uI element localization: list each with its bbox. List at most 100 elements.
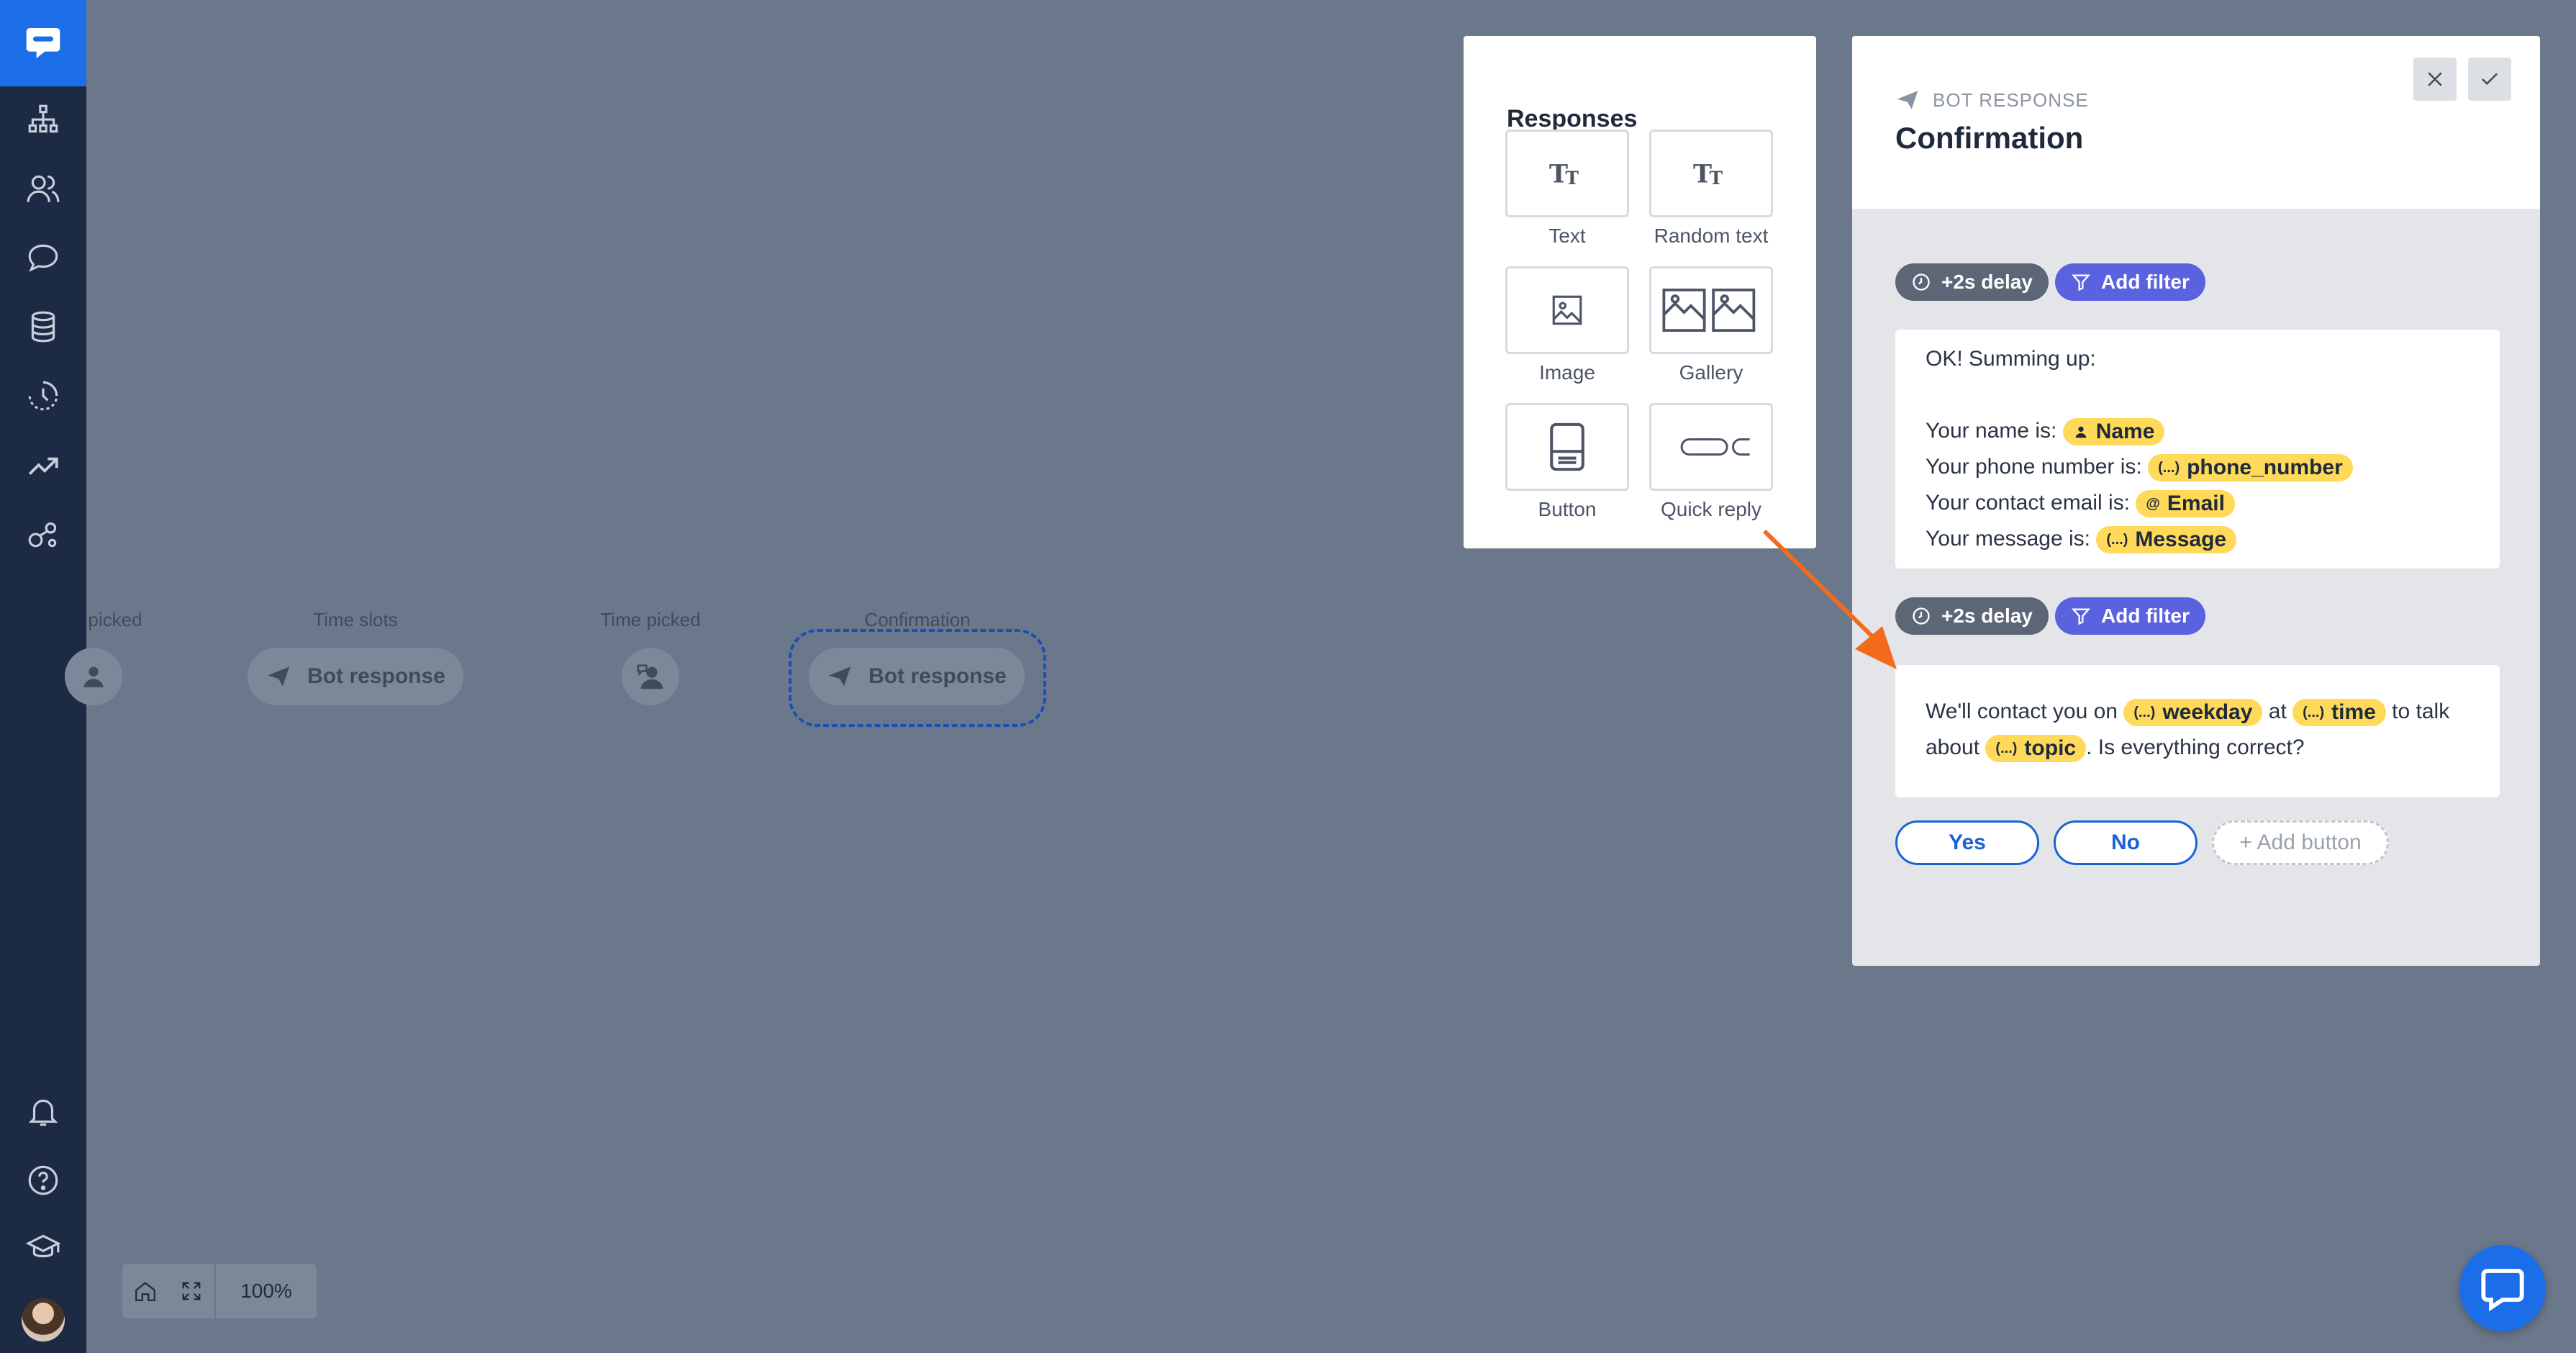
text-part: at [2268,700,2287,723]
reports-icon[interactable] [22,443,65,487]
gallery-icon [1649,266,1773,354]
user-avatar[interactable] [22,1298,65,1341]
line-text: Your contact email is: [1926,491,2131,515]
quick-reply-no-button[interactable]: No [2054,820,2198,865]
line-text: Your message is: [1926,527,2091,551]
text-icon: TT [1505,130,1629,217]
variable-name: Name [2095,420,2155,444]
editor-header: BOT RESPONSE Confirmation [1852,36,2540,209]
chats-icon[interactable] [22,236,65,279]
variable-chip[interactable]: (...) Message [2096,526,2237,554]
response-type-image[interactable]: Image [1505,266,1629,384]
expand-icon [182,1282,201,1300]
variable-braces-icon: (...) [1995,741,2018,757]
response-type-text[interactable]: TT Text [1505,130,1629,248]
summary-line: Your phone number is: (...) phone_number [1926,449,2470,485]
response-label: Quick reply [1660,498,1762,520]
database-icon[interactable] [22,305,65,348]
summary-line: Your contact email is: @ Email [1926,485,2470,521]
summary-line: Your message is: (...) Message [1926,521,2470,557]
svg-text:T: T [1710,168,1723,189]
at-sign-icon: @ [2146,496,2160,512]
zoom-controls: 100% [122,1264,317,1318]
variable-chip[interactable]: (...) phone_number [2148,454,2353,482]
home-button[interactable] [122,1264,168,1318]
add-filter-button[interactable]: Add filter [2055,263,2205,301]
svg-text:T: T [1566,168,1579,189]
bot-response-node-time-slots[interactable]: Bot response [248,648,463,705]
bot-response-node-confirmation[interactable]: Bot response [809,648,1025,705]
stories-tree-icon[interactable] [22,98,65,141]
responses-panel: Responses TT Text TT Random text Image G… [1464,36,1816,548]
home-icon [135,1282,155,1301]
chat-widget-button[interactable] [2459,1245,2546,1331]
confirm-button[interactable] [2468,58,2511,101]
button-icon [1505,403,1629,491]
response-type-quick-reply[interactable]: Quick reply [1649,403,1773,521]
editor-kind: BOT RESPONSE [1895,88,2089,112]
image-icon [1505,266,1629,354]
response-label: Gallery [1679,361,1743,384]
response-type-gallery[interactable]: Gallery [1649,266,1773,384]
node-pill-label: Bot response [869,664,1007,688]
user-input-node-time-picked[interactable] [622,648,679,705]
filter-label: Add filter [2101,271,2190,293]
editor-kind-label: BOT RESPONSE [1933,89,2089,111]
close-button[interactable] [2413,58,2457,101]
message-intro: OK! Summing up: [1926,347,2096,371]
node-label-confirmation: Confirmation [864,609,971,630]
line-text: Your name is: [1926,419,2057,443]
quick-reply-icon [1649,403,1773,491]
integrations-icon[interactable] [22,512,65,556]
clock-icon [1913,607,1930,625]
message-card-confirmation[interactable]: We'll contact you on (...) weekday at (..… [1895,665,2500,797]
variable-chip[interactable]: (...) weekday [2123,699,2263,727]
variable-name: Email [2167,492,2225,516]
academy-icon[interactable] [22,1226,65,1270]
message-card-summary[interactable]: OK! Summing up: Your name is: Name Your … [1895,330,2500,569]
variable-braces-icon: (...) [2106,532,2128,548]
add-button[interactable]: + Add button [2212,820,2389,865]
close-icon [2428,72,2442,86]
user-input-node[interactable] [65,648,122,705]
users-icon[interactable] [22,167,65,210]
node-label-time-picked: Time picked [600,609,701,630]
variable-chip[interactable]: @ Email [2136,490,2235,518]
node-pill-label: Bot response [307,664,445,688]
line-text: Your phone number is: [1926,455,2142,479]
response-label: Random text [1654,225,1769,247]
response-label: Text [1548,225,1586,247]
user-input-icon [637,664,663,689]
fit-to-screen-button[interactable] [168,1264,214,1318]
paper-plane-icon [268,666,290,687]
delay-chip[interactable]: +2s delay [1895,263,2049,301]
variable-chip[interactable]: (...) topic [1985,735,2087,763]
variable-name: phone_number [2187,456,2343,480]
delay-label: +2s delay [1941,605,2033,627]
variable-chip[interactable]: Name [2062,418,2165,446]
variable-braces-icon: (...) [2303,705,2325,721]
text-part: We'll contact you on [1926,700,2118,723]
random-text-icon: TT [1649,130,1773,217]
filter-label: Add filter [2101,605,2190,627]
variable-chip[interactable]: (...) time [2292,699,2386,727]
history-icon[interactable] [22,374,65,417]
quick-reply-yes-button[interactable]: Yes [1895,820,2039,865]
clock-icon [1913,273,1930,291]
node-label-picked: picked [88,609,142,630]
add-filter-button[interactable]: Add filter [2055,597,2205,635]
zoom-level[interactable]: 100% [216,1280,317,1303]
chat-bubble-icon [2481,1269,2524,1311]
variable-name: time [2331,700,2376,725]
filter-icon [2071,274,2091,291]
response-type-button[interactable]: Button [1505,403,1629,521]
response-type-random-text[interactable]: TT Random text [1649,130,1773,248]
chatbot-logo-icon[interactable] [0,0,86,86]
delay-chip[interactable]: +2s delay [1895,597,2049,635]
delay-label: +2s delay [1941,271,2033,293]
help-icon[interactable] [22,1159,65,1202]
variable-name: Message [2135,528,2227,552]
node-label-time-slots: Time slots [313,609,398,630]
user-input-icon [83,666,104,687]
notifications-bell-icon[interactable] [22,1090,65,1133]
